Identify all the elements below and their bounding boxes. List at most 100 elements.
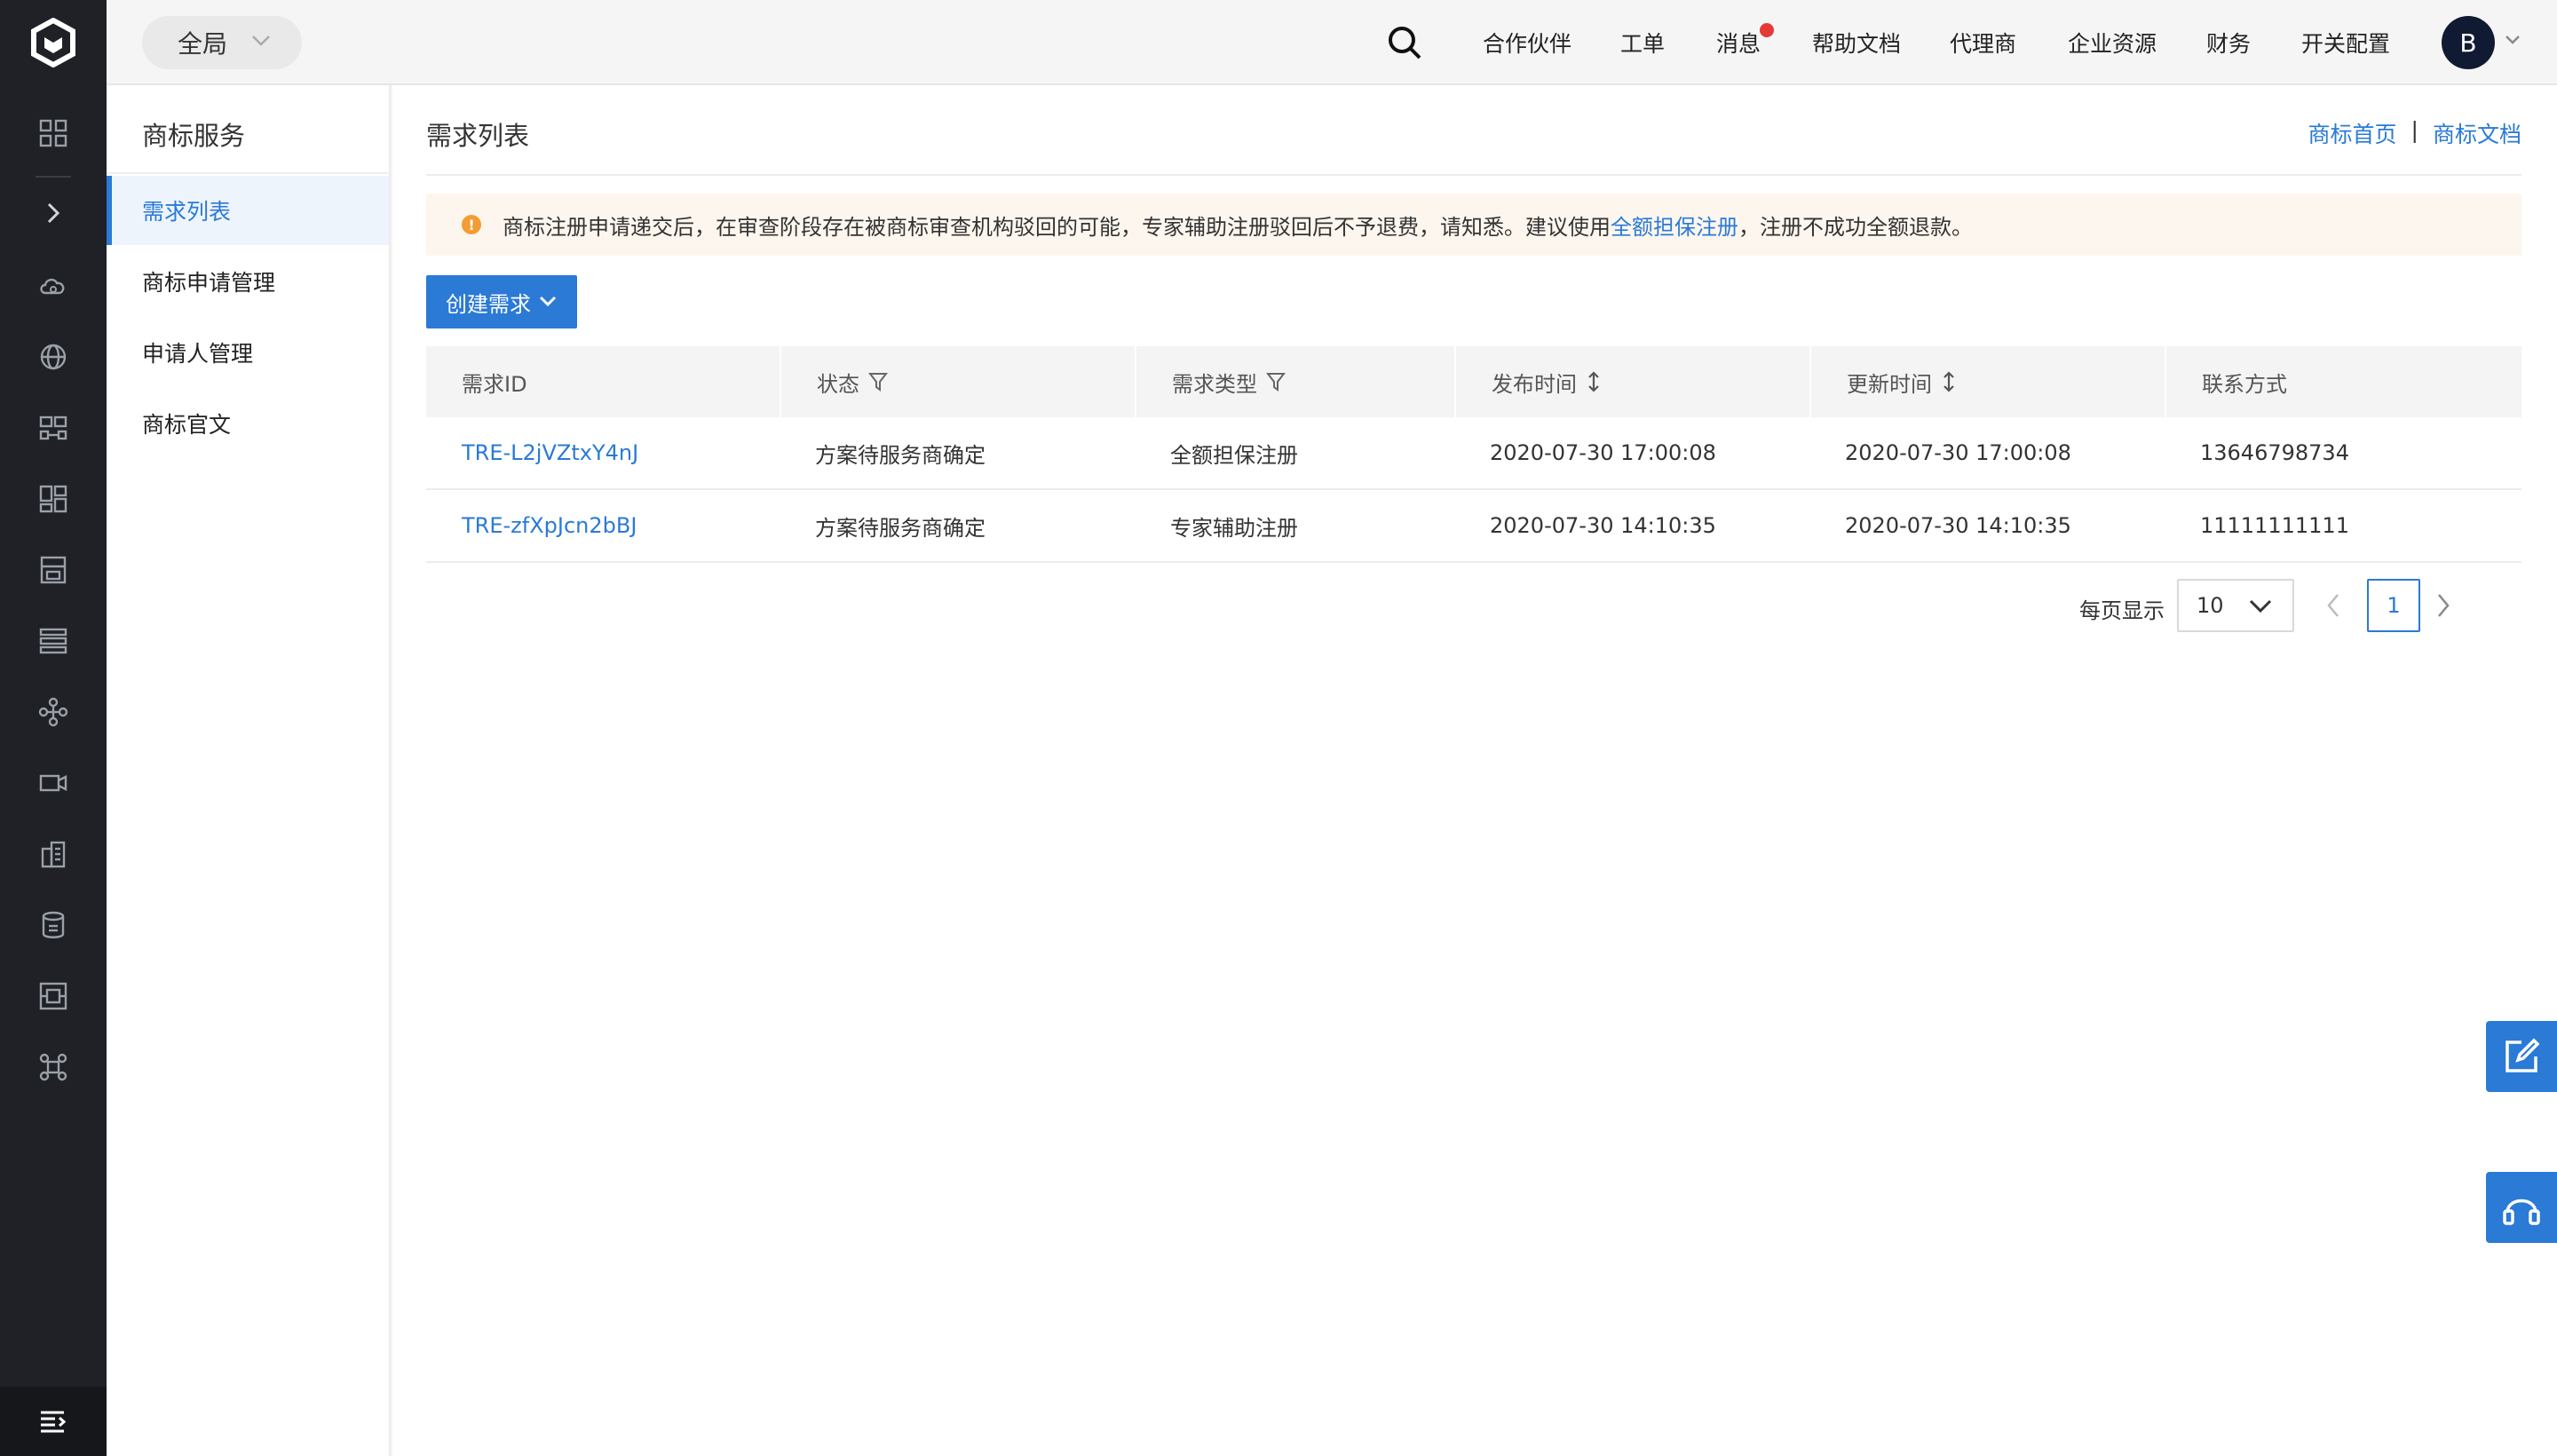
expand-chevron-icon[interactable]	[0, 186, 107, 240]
nav-help-docs[interactable]: 帮助文档	[1812, 0, 1901, 85]
nav-tickets[interactable]: 工单	[1620, 0, 1665, 85]
sidebar-item-requirement-list[interactable]: 需求列表	[107, 176, 389, 245]
type-cell: 全额担保注册	[1170, 442, 1298, 468]
filter-icon[interactable]	[868, 371, 888, 392]
nav-enterprise-resources[interactable]: 企业资源	[2068, 0, 2157, 85]
filter-icon[interactable]	[1266, 371, 1286, 392]
network-nodes-icon[interactable]	[0, 685, 107, 739]
column-header-id: 需求ID	[426, 346, 780, 417]
type-cell: 专家辅助注册	[1170, 515, 1298, 541]
page-size-select[interactable]: 10	[2177, 579, 2294, 632]
scope-selector[interactable]: 全局	[142, 16, 302, 69]
column-header-contact: 联系方式	[2165, 346, 2521, 417]
sidebar-item-application-management[interactable]: 商标申请管理	[107, 247, 389, 316]
cloud-icon[interactable]	[0, 259, 107, 313]
sort-icon[interactable]	[1586, 369, 1602, 394]
nav-agents[interactable]: 代理商	[1950, 0, 2016, 85]
nav-finance[interactable]: 财务	[2206, 0, 2251, 85]
column-header-status-label: 状态	[817, 371, 859, 397]
column-header-type-label: 需求类型	[1172, 371, 1257, 397]
column-header-published-label: 发布时间	[1492, 371, 1577, 397]
nav-messages[interactable]: 消息	[1716, 0, 1761, 85]
prev-page-icon[interactable]	[2324, 591, 2342, 620]
create-requirement-label: 创建需求	[446, 291, 531, 317]
globe-icon[interactable]	[0, 330, 107, 384]
nav-partners[interactable]: 合作伙伴	[1483, 0, 1571, 85]
column-header-contact-label: 联系方式	[2202, 371, 2287, 397]
warning-icon: !	[462, 215, 481, 234]
page-size-label: 每页显示	[2079, 598, 2165, 623]
status-cell: 方案待服务商确定	[815, 515, 986, 541]
breadcrumb-docs-link[interactable]: 商标文档	[2433, 117, 2521, 149]
notice-banner: ! 商标注册申请递交后，在审查阶段存在被商标审查机构驳回的可能，专家辅助注册驳回…	[426, 194, 2521, 256]
storage-icon[interactable]	[0, 543, 107, 597]
list-stack-icon[interactable]	[0, 614, 107, 668]
message-badge	[1760, 23, 1774, 37]
updated-cell: 2020-07-30 17:00:08	[1845, 440, 2071, 465]
logo-icon[interactable]	[0, 0, 107, 85]
notice-text: 商标注册申请递交后，在审查阶段存在被商标审查机构驳回的可能，专家辅助注册驳回后不…	[503, 214, 1611, 240]
service-sidebar: 商标服务 需求列表 商标申请管理 申请人管理 商标官文	[107, 85, 391, 1456]
title-divider	[426, 174, 2521, 176]
chevron-down-icon	[252, 36, 270, 46]
sidebar-item-official-documents[interactable]: 商标官文	[107, 389, 389, 458]
nav-switch-config[interactable]: 开关配置	[2301, 0, 2390, 85]
table-row: TRE-L2jVZtxY4nJ 方案待服务商确定 全额担保注册 2020-07-…	[426, 417, 2521, 490]
column-header-status: 状态	[780, 346, 1135, 417]
icon-rail	[0, 0, 107, 1456]
breadcrumb-separator: |	[2411, 117, 2418, 143]
dashboard-grid-icon[interactable]	[0, 107, 107, 160]
sort-icon[interactable]	[1941, 369, 1957, 394]
layout-icon[interactable]	[0, 472, 107, 526]
updated-cell: 2020-07-30 14:10:35	[1845, 513, 2071, 538]
notice-text-after: ，注册不成功全额退款。	[1738, 214, 1973, 240]
table-header: 需求ID 状态 需求类型 发布时间 更新时间 联系方式	[426, 346, 2521, 417]
page-number-current[interactable]: 1	[2367, 579, 2420, 632]
requirements-table: 需求ID 状态 需求类型 发布时间 更新时间 联系方式 TRE-L2jVZtxY…	[426, 346, 2521, 563]
search-icon[interactable]	[1385, 23, 1424, 62]
video-camera-icon[interactable]	[0, 756, 107, 810]
avatar-chevron-down-icon[interactable]	[2504, 34, 2521, 46]
breadcrumb: 商标首页 | 商标文档	[2308, 117, 2521, 149]
sidebar-title: 商标服务	[142, 121, 246, 151]
column-header-id-label: 需求ID	[462, 371, 527, 397]
command-icon[interactable]	[0, 1041, 107, 1094]
column-header-updated: 更新时间	[1809, 346, 2165, 417]
sidebar-item-applicant-management[interactable]: 申请人管理	[107, 318, 389, 387]
chevron-down-icon	[2249, 599, 2272, 613]
avatar[interactable]: B	[2442, 16, 2495, 69]
published-cell: 2020-07-30 14:10:35	[1490, 513, 1716, 538]
next-page-icon[interactable]	[2434, 591, 2452, 620]
building-icon[interactable]	[0, 827, 107, 881]
sidebar-divider	[107, 172, 391, 174]
notice-guarantee-link[interactable]: 全额担保注册	[1611, 210, 1738, 241]
contact-cell: 13646798734	[2200, 440, 2349, 465]
scope-label: 全局	[178, 29, 228, 59]
menu-collapse-icon[interactable]	[0, 1387, 107, 1456]
published-cell: 2020-07-30 17:00:08	[1490, 440, 1716, 465]
requirement-id-link[interactable]: TRE-L2jVZtxY4nJ	[426, 417, 780, 488]
column-header-type: 需求类型	[1135, 346, 1454, 417]
database-icon[interactable]	[0, 898, 107, 952]
page-size-value: 10	[2197, 593, 2224, 618]
edit-feedback-button[interactable]	[2486, 1021, 2557, 1092]
column-header-published: 发布时间	[1454, 346, 1809, 417]
table-row: TRE-zfXpJcn2bBJ 方案待服务商确定 专家辅助注册 2020-07-…	[426, 490, 2521, 563]
pagination: 每页显示 10 1	[392, 579, 2557, 632]
breadcrumb-home-link[interactable]: 商标首页	[2308, 117, 2397, 149]
page-title: 需求列表	[426, 121, 530, 151]
modules-icon[interactable]	[0, 401, 107, 455]
requirement-id-link[interactable]: TRE-zfXpJcn2bBJ	[426, 490, 780, 561]
chevron-down-icon	[539, 296, 557, 307]
top-bar: 全局 合作伙伴 工单 消息 帮助文档 代理商 企业资源 财务 开关配置 B	[107, 0, 2557, 85]
main-content: 需求列表 商标首页 | 商标文档 ! 商标注册申请递交后，在审查阶段存在被商标审…	[392, 85, 2557, 1456]
headset-icon	[2503, 1199, 2540, 1225]
customer-support-button[interactable]	[2486, 1172, 2557, 1243]
status-cell: 方案待服务商确定	[815, 442, 986, 468]
column-header-updated-label: 更新时间	[1847, 371, 1932, 397]
frame-icon[interactable]	[0, 969, 107, 1023]
contact-cell: 11111111111	[2200, 513, 2349, 538]
create-requirement-button[interactable]: 创建需求	[426, 275, 577, 328]
rail-divider	[36, 176, 71, 178]
edit-icon	[2506, 1038, 2540, 1072]
